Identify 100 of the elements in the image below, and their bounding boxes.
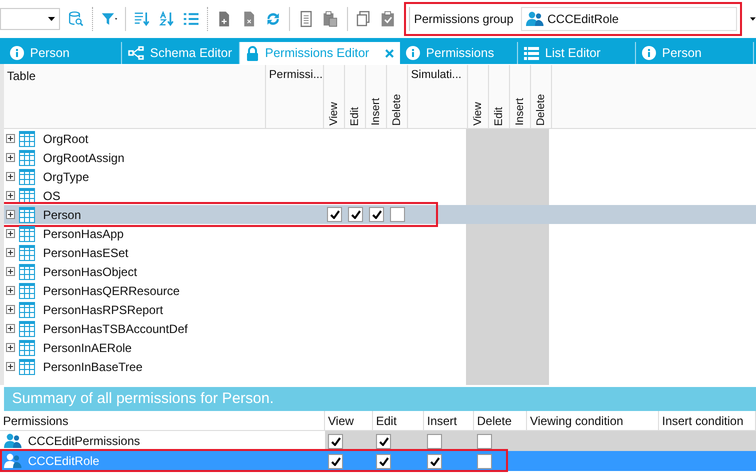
column-header[interactable]: View: [470, 102, 486, 126]
users-icon: [4, 453, 22, 469]
checkbox[interactable]: [390, 207, 405, 222]
table-icon: [19, 340, 35, 356]
table-name: OrgRoot: [43, 130, 88, 148]
checkbox[interactable]: [477, 454, 492, 468]
table-row[interactable]: OrgType: [4, 167, 756, 186]
checkbox[interactable]: [477, 434, 492, 448]
expand-icon[interactable]: [6, 305, 15, 314]
table-row[interactable]: PersonHasESet: [4, 243, 756, 262]
table-row[interactable]: OrgRootAssign: [4, 148, 756, 167]
dropdown-icon[interactable]: [750, 17, 756, 21]
column-header[interactable]: Permissi...: [266, 65, 324, 128]
table-icon: [19, 264, 35, 280]
table-row[interactable]: PersonInAERole: [4, 338, 756, 357]
expand-icon[interactable]: [6, 343, 15, 352]
table-row[interactable]: CCCEditPermissions: [0, 431, 756, 451]
dropdown-icon: [48, 17, 55, 21]
expand-icon[interactable]: [6, 191, 15, 200]
users-icon: [4, 433, 22, 449]
expand-icon[interactable]: [6, 267, 15, 276]
table-icon: [19, 130, 35, 146]
table-row[interactable]: PersonHasObject: [4, 262, 756, 281]
database-search-icon[interactable]: [68, 9, 84, 29]
column-header[interactable]: Edit: [373, 411, 424, 430]
column-header[interactable]: Insert: [512, 98, 528, 126]
expand-icon[interactable]: [6, 134, 15, 143]
table-name: PersonHasESet: [43, 244, 128, 262]
table-icon: [19, 188, 35, 204]
field-label: Permissions group: [414, 11, 514, 28]
column-header[interactable]: Insert: [368, 98, 384, 126]
copy-icon[interactable]: [355, 9, 372, 29]
expand-icon[interactable]: [6, 229, 15, 238]
expand-icon[interactable]: [6, 172, 15, 181]
clipboard-icon[interactable]: [322, 9, 339, 29]
table-row[interactable]: PersonHasApp: [4, 224, 756, 243]
clipboard-check-icon[interactable]: [380, 9, 396, 29]
checkbox[interactable]: [376, 454, 391, 468]
tab-label: Person: [30, 44, 70, 62]
table-name: PersonHasTSBAccountDef: [43, 320, 188, 338]
table-name: Person: [43, 206, 82, 224]
column-header[interactable]: Edit: [490, 107, 508, 126]
column-header[interactable]: Permissions: [0, 411, 325, 430]
column-header[interactable]: View: [325, 411, 373, 430]
expand-icon[interactable]: [6, 210, 15, 219]
close-icon[interactable]: [385, 48, 394, 58]
checkmark-icon: [350, 210, 360, 219]
table-icon: [19, 358, 35, 374]
checkbox[interactable]: [427, 434, 442, 448]
expand-icon[interactable]: [6, 324, 15, 333]
column-header[interactable]: Edit: [346, 107, 364, 126]
table-row[interactable]: OS: [4, 186, 756, 205]
checkbox[interactable]: [376, 434, 391, 448]
expand-icon[interactable]: [6, 362, 15, 371]
expand-icon[interactable]: [6, 153, 15, 162]
permission-name: CCCEditRole: [28, 453, 100, 470]
column-header[interactable]: Insert: [424, 411, 474, 430]
document-icon[interactable]: [298, 9, 314, 29]
checkbox[interactable]: [348, 207, 363, 222]
summary-title: Summary of all permissions for Person.: [4, 387, 756, 411]
list-icon: [524, 46, 539, 60]
table-row[interactable]: Person: [4, 205, 756, 224]
checkbox[interactable]: [328, 434, 343, 448]
checkbox[interactable]: [369, 207, 384, 222]
table-name: PersonHasObject: [43, 264, 138, 280]
column-header[interactable]: Insert condition: [659, 411, 756, 430]
column-header[interactable]: Delete: [532, 94, 550, 126]
column-header[interactable]: View: [326, 102, 342, 126]
checkbox[interactable]: [328, 454, 343, 468]
table-name: OrgType: [43, 168, 90, 186]
column-header[interactable]: Delete: [474, 411, 527, 430]
tab-label: Permissions: [426, 44, 494, 62]
checkbox[interactable]: [327, 207, 342, 222]
expand-icon[interactable]: [6, 286, 15, 295]
lock-icon: [246, 46, 259, 60]
table-row[interactable]: PersonInBaseTree: [4, 357, 756, 376]
table-name: PersonHasApp: [43, 226, 124, 242]
table-name: PersonInAERole: [43, 340, 132, 356]
column-header[interactable]: Simulati...: [408, 65, 468, 128]
sort-alphabetical-icon[interactable]: [158, 9, 175, 29]
column-header[interactable]: Delete: [388, 94, 406, 126]
table-icon: [19, 302, 35, 318]
table-name: OS: [43, 188, 60, 204]
checkmark-icon: [330, 456, 340, 466]
column-header[interactable]: Table: [4, 65, 266, 128]
table-row[interactable]: PersonHasTSBAccountDef: [4, 319, 756, 338]
checkmark-icon: [330, 436, 340, 446]
table-icon: [19, 168, 35, 184]
checkmark-icon: [378, 436, 388, 446]
checkbox[interactable]: [427, 454, 442, 468]
table-row[interactable]: PersonHasRPSReport: [4, 300, 756, 319]
tab-label: Schema Editor: [150, 44, 232, 62]
expand-icon[interactable]: [6, 248, 15, 257]
table-row[interactable]: OrgRoot: [4, 129, 756, 148]
info-icon: [406, 46, 420, 60]
table-icon: [19, 150, 35, 166]
tab-label: Permissions Editor: [265, 44, 370, 62]
column-header[interactable]: Viewing condition: [527, 411, 659, 430]
permissions-group-dropdown[interactable]: CCCEditRole: [521, 7, 738, 31]
table-row[interactable]: PersonHasQERResource: [4, 281, 756, 300]
